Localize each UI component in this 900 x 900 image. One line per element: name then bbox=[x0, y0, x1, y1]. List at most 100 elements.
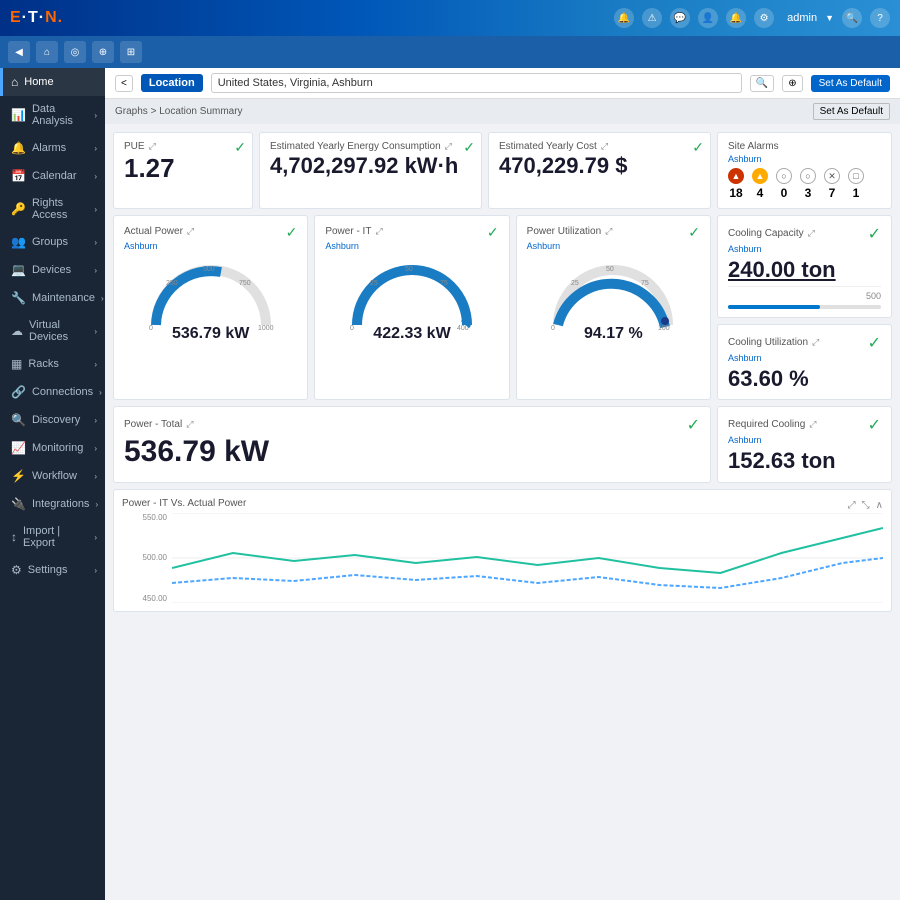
racks-icon: ▦ bbox=[11, 357, 22, 371]
sidebar-item-workflow-label: Workflow bbox=[32, 470, 77, 482]
alarms-subtitle[interactable]: Ashburn bbox=[728, 154, 881, 164]
alarms-grid: ▲ 18 ▲ 4 ○ 0 ○ 3 bbox=[728, 168, 881, 200]
sidebar-item-monitoring[interactable]: 📈 Monitoring › bbox=[0, 434, 105, 462]
monitoring-icon: 📈 bbox=[11, 441, 26, 455]
location-icon-button[interactable]: ⊕ bbox=[782, 75, 802, 92]
data-arrow-icon: › bbox=[94, 111, 97, 120]
actual-power-expand-icon[interactable]: ⤢ bbox=[187, 226, 194, 237]
energy-title: Estimated Yearly Energy Consumption ⤢ bbox=[270, 141, 452, 152]
power-util-title-text: Power Utilization bbox=[527, 226, 601, 237]
energy-expand-icon[interactable]: ⤢ bbox=[445, 141, 452, 152]
sidebar-item-devices[interactable]: 💻 Devices › bbox=[0, 256, 105, 284]
sidebar-item-workflow[interactable]: ⚡ Workflow › bbox=[0, 462, 105, 490]
sidebar-item-monitoring-label: Monitoring bbox=[32, 442, 83, 454]
sidebar-item-maintenance-label: Maintenance bbox=[32, 292, 95, 304]
bell-icon[interactable]: 🔔 bbox=[614, 8, 634, 28]
required-cooling-expand-icon[interactable]: ⤢ bbox=[809, 419, 816, 430]
breadcrumb: Graphs > Location Summary Set As Default bbox=[105, 99, 900, 124]
power-util-subtitle[interactable]: Ashburn bbox=[527, 241, 700, 251]
cooling-util-expand-icon[interactable]: ⤢ bbox=[812, 337, 819, 348]
power-total-title: Power - Total ⤢ bbox=[124, 419, 193, 430]
chart-collapse-icon[interactable]: ∧ bbox=[876, 500, 883, 511]
right-col-cooling: Cooling Capacity ⤢ ✓ Ashburn 240.00 ton … bbox=[717, 215, 892, 400]
virtual-icon: ☁ bbox=[11, 324, 23, 338]
sidebar-item-home-label: Home bbox=[24, 76, 53, 88]
alarm-critical-icon: ▲ bbox=[728, 168, 744, 184]
power-it-expand-icon[interactable]: ⤢ bbox=[375, 226, 382, 237]
sidebar-item-calendar[interactable]: 📅 Calendar › bbox=[0, 162, 105, 190]
sidebar-item-integrations[interactable]: 🔌 Integrations › bbox=[0, 490, 105, 518]
sidebar-item-groups[interactable]: 👥 Groups › bbox=[0, 228, 105, 256]
user-label[interactable]: admin bbox=[787, 12, 817, 24]
chat-icon[interactable]: 💬 bbox=[670, 8, 690, 28]
power-util-expand-icon[interactable]: ⤢ bbox=[605, 226, 612, 237]
alarms-card: Site Alarms Ashburn ▲ 18 ▲ 4 ○ bbox=[717, 132, 892, 209]
chart-icon[interactable]: ◎ bbox=[64, 41, 86, 63]
groups-arrow-icon: › bbox=[94, 238, 97, 247]
chart-expand-icon[interactable]: ⤢ bbox=[848, 500, 856, 511]
sidebar-item-racks[interactable]: ▦ Racks › bbox=[0, 350, 105, 378]
cards-row-3: Power - Total ⤢ ✓ 536.79 kW Required Coo… bbox=[113, 406, 892, 482]
svg-text:750: 750 bbox=[239, 280, 251, 287]
circle-icon[interactable]: ⊕ bbox=[92, 41, 114, 63]
svg-text:0: 0 bbox=[551, 325, 555, 330]
devices-icon: 💻 bbox=[11, 263, 26, 277]
cooling-capacity-title-text: Cooling Capacity bbox=[728, 228, 804, 239]
chart-area: 550.00 500.00 450.00 bbox=[122, 513, 883, 603]
user-icon[interactable]: 👤 bbox=[698, 8, 718, 28]
notification-icon[interactable]: 🔔 bbox=[726, 8, 746, 28]
sidebar-item-racks-label: Racks bbox=[28, 358, 59, 370]
required-cooling-subtitle[interactable]: Ashburn bbox=[728, 435, 881, 445]
power-it-check-icon: ✓ bbox=[487, 224, 499, 241]
alarm-warning-icon: ▲ bbox=[752, 168, 768, 184]
sidebar-item-maintenance[interactable]: 🔧 Maintenance › bbox=[0, 284, 105, 312]
sidebar-item-rights-label: Rights Access bbox=[32, 197, 88, 221]
set-default-button[interactable]: Set As Default bbox=[811, 75, 890, 92]
cost-expand-icon[interactable]: ⤢ bbox=[601, 141, 608, 152]
tag-icon[interactable]: ⊞ bbox=[120, 41, 142, 63]
user-dropdown-icon[interactable]: ▼ bbox=[825, 13, 834, 23]
power-total-expand-icon[interactable]: ⤢ bbox=[186, 419, 193, 430]
sidebar-item-import-export[interactable]: ↕ Import | Export › bbox=[0, 518, 105, 556]
search-icon[interactable]: 🔍 bbox=[842, 8, 862, 28]
sidebar-item-discovery[interactable]: 🔍 Discovery › bbox=[0, 406, 105, 434]
breadcrumb-set-default-button[interactable]: Set As Default bbox=[813, 103, 890, 120]
pue-expand-icon[interactable]: ⤢ bbox=[149, 141, 156, 152]
help-icon[interactable]: ? bbox=[870, 8, 890, 28]
actual-power-title-text: Actual Power bbox=[124, 226, 183, 237]
energy-card: Estimated Yearly Energy Consumption ⤢ 4,… bbox=[259, 132, 482, 209]
rights-icon: 🔑 bbox=[11, 202, 26, 216]
power-it-subtitle[interactable]: Ashburn bbox=[325, 241, 498, 251]
sidebar-item-data-analysis[interactable]: 📊 Data Analysis › bbox=[0, 96, 105, 134]
sidebar-item-alarms[interactable]: 🔔 Alarms › bbox=[0, 134, 105, 162]
content-area: < Location 🔍 ⊕ Set As Default Graphs > L… bbox=[105, 68, 900, 900]
warning-icon[interactable]: ⚠ bbox=[642, 8, 662, 28]
svg-text:250: 250 bbox=[166, 280, 178, 287]
cooling-capacity-bar bbox=[728, 305, 881, 309]
power-it-gauge: 0 25 50 75 400 422.33 kW bbox=[325, 255, 498, 343]
sidebar-item-settings[interactable]: ⚙ Settings › bbox=[0, 556, 105, 584]
chart-shrink-icon[interactable]: ⤡ bbox=[862, 500, 870, 511]
back-button[interactable]: < bbox=[115, 75, 133, 92]
power-util-check-icon: ✓ bbox=[688, 224, 700, 241]
svg-text:1000: 1000 bbox=[258, 325, 274, 330]
gear-icon[interactable]: ⚙ bbox=[754, 8, 774, 28]
home-icon[interactable]: ⌂ bbox=[36, 41, 58, 63]
power-util-title: Power Utilization ⤢ bbox=[527, 226, 613, 237]
location-search-button[interactable]: 🔍 bbox=[750, 75, 774, 92]
sidebar-item-discovery-label: Discovery bbox=[32, 414, 80, 426]
sidebar-item-virtual[interactable]: ☁ Virtual Devices › bbox=[0, 312, 105, 350]
collapse-icon[interactable]: ◀ bbox=[8, 41, 30, 63]
sidebar-item-connections[interactable]: 🔗 Connections › bbox=[0, 378, 105, 406]
location-input[interactable] bbox=[211, 73, 742, 93]
cooling-capacity-expand-icon[interactable]: ⤢ bbox=[808, 228, 815, 239]
sidebar-item-home[interactable]: ⌂ Home bbox=[0, 68, 105, 96]
settings-icon: ⚙ bbox=[11, 563, 22, 577]
cooling-util-subtitle[interactable]: Ashburn bbox=[728, 353, 881, 363]
alarm-info1-count: 0 bbox=[781, 186, 788, 200]
data-analysis-icon: 📊 bbox=[11, 108, 26, 122]
import-export-icon: ↕ bbox=[11, 530, 17, 544]
cooling-capacity-subtitle[interactable]: Ashburn bbox=[728, 244, 881, 254]
sidebar-item-rights[interactable]: 🔑 Rights Access › bbox=[0, 190, 105, 228]
actual-power-subtitle[interactable]: Ashburn bbox=[124, 241, 297, 251]
